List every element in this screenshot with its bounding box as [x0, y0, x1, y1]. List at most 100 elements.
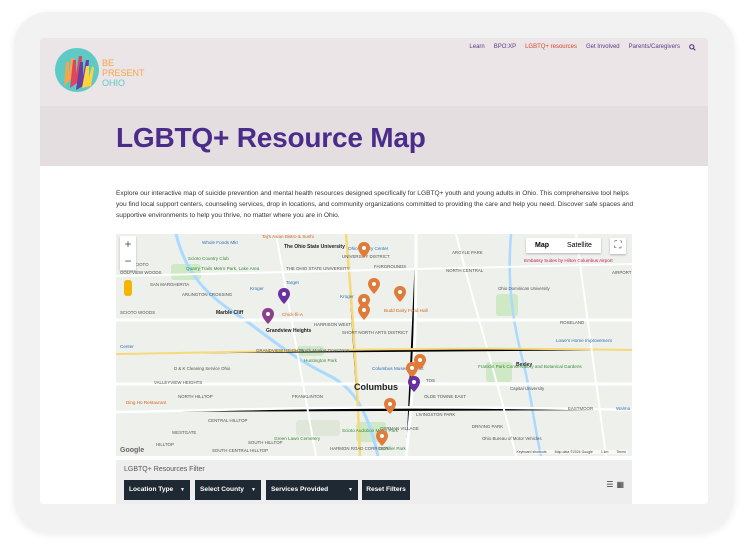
google-logo: Google	[120, 447, 145, 454]
site-logo[interactable]: BE PRESENT OHIO	[54, 46, 154, 96]
label-franklin-park: Franklin Park Conservatory and Botanical…	[478, 364, 582, 369]
zoom-out-button[interactable]: −	[120, 253, 136, 270]
chevron-down-icon: ▼	[180, 487, 185, 493]
label-chick-fil-a: Chick-fil-A	[282, 312, 304, 317]
label-lowes: Lowe's Home Improvement	[556, 338, 612, 343]
brand-line-1: BE	[102, 58, 114, 68]
hands-logo-icon: BE PRESENT OHIO	[55, 48, 145, 92]
grid-view-icon[interactable]: ▦	[616, 480, 624, 489]
street-view-pegman-icon[interactable]	[124, 280, 132, 296]
label-ohio-dominican: Ohio Dominican University	[498, 286, 551, 291]
label-livingston: LIVINGSTON PARK	[416, 412, 455, 417]
label-valleyview: VALLEYVIEW HEIGHTS	[154, 380, 202, 385]
filter-bar: LGBTQ+ Resources Filter Location Type ▼ …	[116, 460, 632, 504]
resource-map[interactable]: The Ohio State University THE OHIO STATE…	[116, 234, 632, 456]
label-fairgrounds: FAIRGROUNDS	[374, 264, 406, 269]
list-view-icon[interactable]: ☰	[606, 480, 613, 489]
label-ohio-state: THE OHIO STATE UNIVERSITY	[286, 266, 350, 271]
label-green-lawn: Green Lawn Cemetery	[274, 436, 321, 441]
location-type-label: Location Type	[129, 486, 174, 493]
fullscreen-icon[interactable]: ⛶	[610, 238, 626, 254]
label-schiller-park: Schiller Park	[380, 446, 406, 451]
terms-link[interactable]: Terms	[616, 450, 626, 454]
label-south-central: SOUTH CENTRAL HILLTOP	[212, 448, 268, 453]
nav-lgbtq-resources[interactable]: LGBTQ+ resources	[525, 44, 577, 53]
keyboard-shortcuts-link[interactable]: Keyboard shortcuts	[517, 450, 547, 454]
label-capital-university: Capital University	[510, 386, 545, 391]
label-quarry-trails: Quarry Trails Metro Park, Lake Area	[186, 266, 260, 271]
zoom-control: + −	[120, 236, 136, 270]
nav-learn[interactable]: Learn	[469, 44, 484, 53]
label-target: Target	[286, 280, 299, 285]
label-airport: AIRPORT	[612, 270, 632, 275]
label-short-north: SHORT NORTH ARTS DISTRICT	[342, 330, 408, 335]
label-kroger-1: Kroger	[250, 286, 264, 291]
label-dk-cleaning: D & K Cleaning Service Ohio	[174, 366, 231, 371]
map-scale[interactable]: 1 km	[601, 450, 609, 454]
label-walmart: Walma	[616, 406, 631, 411]
label-harrison-west: HARRISON WEST	[314, 322, 351, 327]
map-type-satellite[interactable]: Satellite	[558, 238, 601, 253]
zoom-in-button[interactable]: +	[120, 236, 136, 253]
label-scioto-audubon: Scioto Audubon Metro Park	[342, 428, 399, 433]
main-nav: Learn BPO:XP LGBTQ+ resources Get Involv…	[469, 44, 696, 53]
map-canvas[interactable]: The Ohio State University THE OHIO STATE…	[116, 234, 632, 456]
services-label: Services Provided	[271, 486, 329, 493]
label-scioto-country-club: Scioto Country Club	[188, 256, 229, 261]
label-eastmoor: EASTMOOR	[568, 406, 593, 411]
label-grandview-heights: GRANDVIEW HEIGHTS	[256, 348, 304, 353]
services-select[interactable]: Services Provided ▼	[266, 480, 358, 500]
browser-screen: BE PRESENT OHIO Learn BPO:XP LGBTQ+ reso…	[40, 38, 708, 504]
label-arlington: ARLINGTON CROSSING	[182, 292, 233, 297]
label-motor-vehicles: Ohio Bureau of Motor Vehicles	[482, 436, 542, 441]
map-type-map[interactable]: Map	[526, 238, 558, 253]
label-argyle-park: ARGYLE PARK	[452, 250, 483, 255]
label-golfview: GOLFVIEW WOODS	[120, 270, 162, 275]
label-embassy-suites: Embassy Suites by Hilton Columbus Airpor…	[524, 258, 613, 263]
brand-line-2: PRESENT	[102, 68, 145, 78]
label-north-market: North Market Downtown	[300, 348, 350, 353]
nav-bpoxp[interactable]: BPO:XP	[494, 44, 516, 53]
intro-paragraph: Explore our interactive map of suicide p…	[116, 190, 634, 219]
label-ding-ho: Ding Ho Restaurant	[126, 400, 167, 405]
nav-get-involved[interactable]: Get Involved	[586, 44, 620, 53]
page-title: LGBTQ+ Resource Map	[116, 122, 426, 153]
label-driving-park: DRIVING PARK	[472, 424, 503, 429]
county-select[interactable]: Select County ▼	[195, 480, 261, 500]
label-central-hilltop: CENTRAL HILLTOP	[208, 418, 248, 423]
label-tos: TOS	[426, 378, 435, 383]
label-osu: The Ohio State University	[284, 244, 345, 250]
label-san-margherita: SAN MARGHERITA	[150, 282, 189, 287]
label-westgate: WESTGATE	[172, 430, 196, 435]
label-scioto-woods: SCIOTO WOODS	[120, 310, 155, 315]
label-whole-foods: Whole Foods Mkt	[202, 240, 238, 245]
label-north-hilltop: NORTH HILLTOP	[178, 394, 213, 399]
county-label: Select County	[200, 486, 244, 493]
page-title-band: LGBTQ+ Resource Map	[40, 106, 708, 166]
map-attribution: Keyboard shortcuts Map data ©2024 Google…	[514, 450, 628, 454]
label-marble-cliff: Marble Cliff	[216, 310, 244, 316]
label-roseland: ROSELAND	[560, 320, 584, 325]
label-columbus: Columbus	[354, 382, 398, 392]
location-type-select[interactable]: Location Type ▼	[124, 480, 190, 500]
map-type-control: Map Satellite	[526, 238, 601, 253]
label-franklinton: FRANKLINTON	[292, 394, 323, 399]
label-north-central: NORTH CENTRAL	[446, 268, 484, 273]
label-huntington-park: Huntington Park	[304, 358, 338, 363]
label-budd-dairy: Budd Dairy Food Hall	[384, 308, 428, 313]
view-toggle: ☰ ▦	[606, 480, 624, 489]
label-kroger-2: Kroger	[340, 294, 354, 299]
label-hilltop: HILLTOP	[156, 442, 174, 447]
brand-line-3: OHIO	[102, 78, 125, 88]
label-olde-towne: OLDE TOWNE EAST	[424, 394, 466, 399]
filter-title: LGBTQ+ Resources Filter	[124, 466, 205, 473]
label-center: Center	[120, 344, 134, 349]
site-header: BE PRESENT OHIO Learn BPO:XP LGBTQ+ reso…	[40, 38, 708, 106]
chevron-down-icon: ▼	[348, 487, 353, 493]
search-icon[interactable]	[689, 44, 696, 53]
nav-parents-caregivers[interactable]: Parents/Caregivers	[629, 44, 680, 53]
label-grandview: Grandview Heights	[266, 328, 312, 334]
chevron-down-icon: ▼	[251, 487, 256, 493]
label-taj-bistro: Taj's Asian Bistro & Sushi	[262, 234, 314, 239]
reset-filters-button[interactable]: Reset Filters	[362, 480, 410, 500]
